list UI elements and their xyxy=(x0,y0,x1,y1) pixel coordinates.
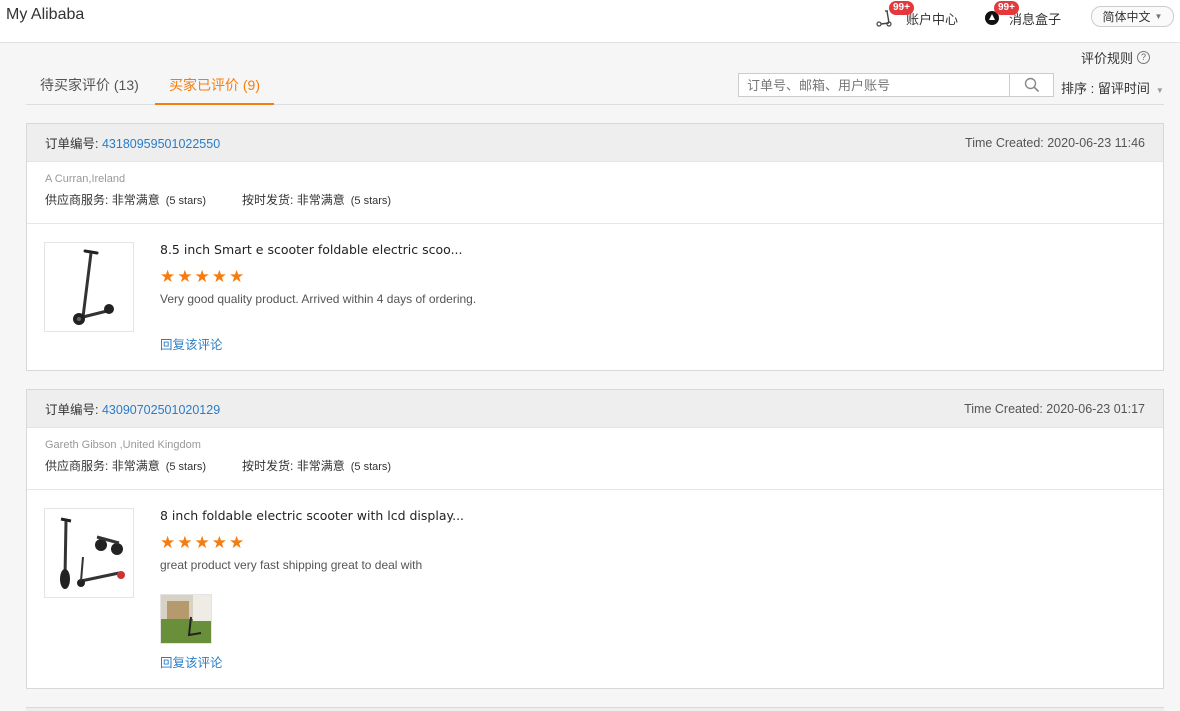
star-icon: ★ xyxy=(229,533,245,552)
language-label: 简体中文 xyxy=(1102,10,1151,24)
product-thumbnail[interactable] xyxy=(44,508,134,598)
review-rules-link[interactable]: 评价规则 ? xyxy=(1081,48,1151,67)
order-label: 订单编号: xyxy=(45,137,99,151)
star-icon: ★ xyxy=(229,267,245,286)
message-box-link[interactable]: 99+ 消息盒子 xyxy=(984,1,1061,28)
review-stars: ★ ★ ★ ★ ★ xyxy=(160,534,1120,552)
review-meta: A Curran,Ireland 供应商服务: 非常满意 (5 stars) 按时… xyxy=(27,162,1163,224)
account-center-link[interactable]: 99+ 账户中心 xyxy=(875,1,959,28)
review-card-next xyxy=(26,707,1164,711)
sort-label: 排序 : 留评时间 xyxy=(1061,81,1150,96)
order-label: 订单编号: xyxy=(45,403,99,417)
star-icon: ★ xyxy=(211,533,227,552)
supplier-service-rating: 供应商服务: 非常满意 (5 stars) xyxy=(45,459,207,473)
tab-reviewed[interactable]: 买家已评价 (9) xyxy=(155,66,274,105)
star-icon: ★ xyxy=(211,267,227,286)
review-card: 订单编号: 43180959501022550 Time Created: 20… xyxy=(26,123,1164,371)
search-icon xyxy=(1024,77,1039,93)
reply-review-link[interactable]: 回复该评论 xyxy=(160,652,223,671)
review-meta: Gareth Gibson ,United Kingdom 供应商服务: 非常满… xyxy=(27,428,1163,490)
reply-review-link[interactable]: 回复该评论 xyxy=(160,334,223,353)
supplier-service-rating: 供应商服务: 非常满意 (5 stars) xyxy=(45,193,207,207)
review-body: 8.5 inch Smart e scooter foldable electr… xyxy=(27,224,1163,370)
tab-pending-reviews[interactable]: 待买家评价 (13) xyxy=(26,66,153,105)
star-icon: ★ xyxy=(160,533,176,552)
star-icon: ★ xyxy=(160,267,176,286)
review-comment: great product very fast shipping great t… xyxy=(160,558,423,572)
chevron-down-icon: ▼ xyxy=(1154,12,1163,21)
star-icon: ★ xyxy=(177,267,193,286)
product-thumbnail[interactable] xyxy=(44,242,134,332)
star-icon: ★ xyxy=(177,533,193,552)
star-icon: ★ xyxy=(194,267,210,286)
shipping-rating: 按时发货: 非常满意 (5 stars) xyxy=(242,459,392,473)
search-box xyxy=(738,73,1054,97)
buyer-info: A Curran,Ireland xyxy=(45,173,126,185)
help-icon: ? xyxy=(1137,51,1151,64)
brand-title[interactable]: My Alibaba xyxy=(6,6,84,24)
top-header: My Alibaba 99+ 账户中心 99+ 消息盒子 简体中文 ▼ xyxy=(0,0,1180,43)
search-input[interactable] xyxy=(739,74,1009,96)
review-card: 订单编号: 43090702501020129 Time Created: 20… xyxy=(26,389,1164,689)
review-card-header: 订单编号: 43180959501022550 Time Created: 20… xyxy=(27,124,1163,162)
review-comment: Very good quality product. Arrived withi… xyxy=(160,292,477,306)
language-select[interactable]: 简体中文 ▼ xyxy=(1091,6,1174,27)
product-title-link[interactable]: 8.5 inch Smart e scooter foldable electr… xyxy=(160,242,1120,260)
review-body: 8 inch foldable electric scooter with lc… xyxy=(27,490,1163,688)
review-rules-label: 评价规则 xyxy=(1081,51,1134,66)
review-stars: ★ ★ ★ ★ ★ xyxy=(160,268,1120,286)
account-center-label: 账户中心 xyxy=(906,11,959,27)
sort-dropdown[interactable]: 排序 : 留评时间 ▼ xyxy=(1061,78,1164,97)
time-created: Time Created: 2020-06-23 11:46 xyxy=(965,135,1145,150)
review-photo[interactable] xyxy=(160,594,212,644)
message-badge: 99+ xyxy=(994,1,1019,15)
review-card-header: 订单编号: 43090702501020129 Time Created: 20… xyxy=(27,390,1163,428)
star-icon: ★ xyxy=(194,533,210,552)
order-number-link[interactable]: 43090702501020129 xyxy=(102,403,220,417)
time-created: Time Created: 2020-06-23 01:17 xyxy=(964,401,1145,416)
shipping-rating: 按时发货: 非常满意 (5 stars) xyxy=(242,193,392,207)
search-button[interactable] xyxy=(1009,74,1053,96)
order-number-link[interactable]: 43180959501022550 xyxy=(102,137,220,151)
chevron-down-icon: ▼ xyxy=(1155,86,1164,95)
product-title-link[interactable]: 8 inch foldable electric scooter with lc… xyxy=(160,508,1120,526)
buyer-info: Gareth Gibson ,United Kingdom xyxy=(45,439,201,451)
account-badge: 99+ xyxy=(889,1,914,15)
